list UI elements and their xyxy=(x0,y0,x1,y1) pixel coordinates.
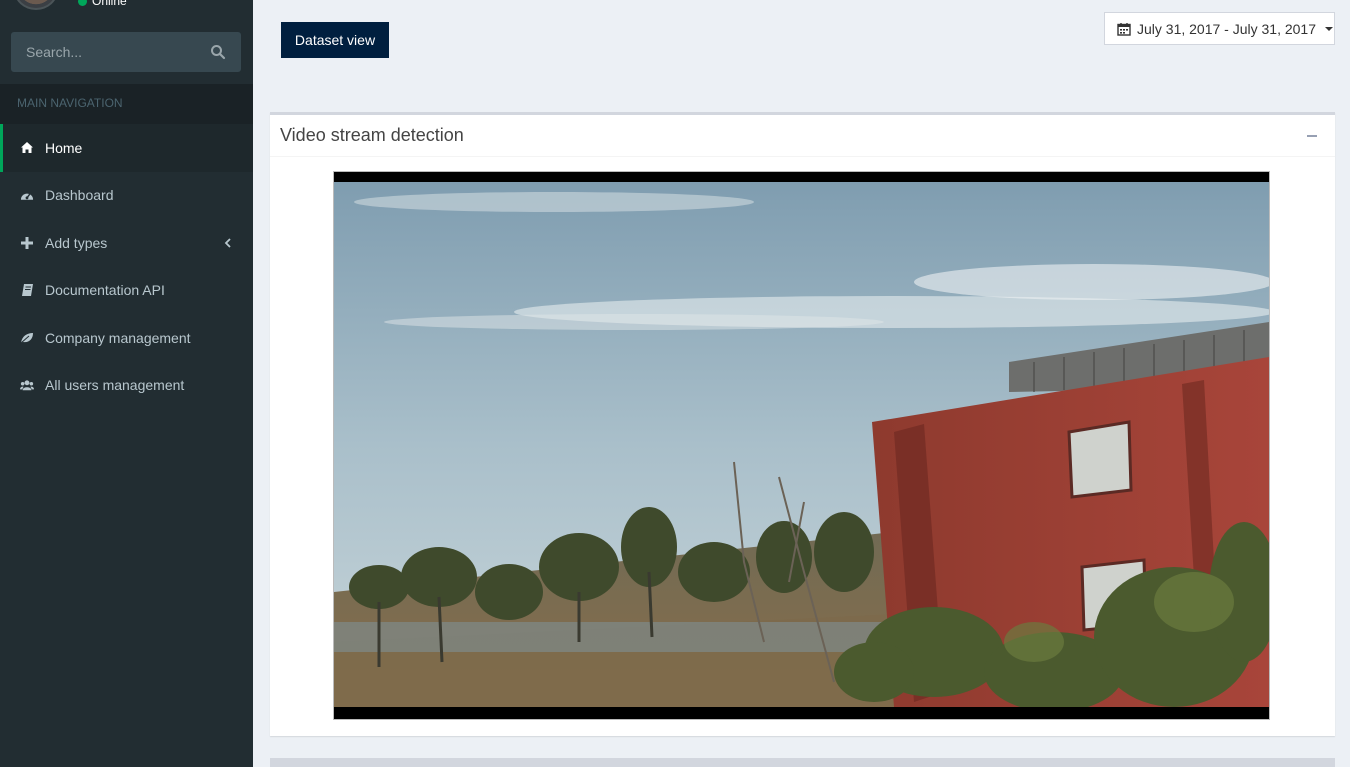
sidebar-item-label: Documentation API xyxy=(45,282,165,299)
users-icon xyxy=(20,378,34,392)
video-stream-box: Video stream detection xyxy=(270,112,1335,736)
collapse-icon[interactable] xyxy=(1307,135,1317,137)
chevron-left-icon[interactable] xyxy=(223,236,233,248)
sidebar-item-all-users-management[interactable]: All users management xyxy=(0,362,253,410)
sidebar-item-label: Dashboard xyxy=(45,187,114,204)
dataset-view-button[interactable]: Dataset view xyxy=(281,22,389,58)
home-icon xyxy=(20,141,34,155)
user-status: Online xyxy=(78,0,127,8)
dashboard-icon xyxy=(20,188,34,202)
box-header: Video stream detection xyxy=(270,115,1335,157)
video-stream[interactable] xyxy=(333,171,1270,720)
sidebar-item-documentation-api[interactable]: Documentation API xyxy=(0,267,253,315)
sidebar: Online MAIN NAVIGATION Home Dashboard Ad… xyxy=(0,0,253,767)
sidebar-item-label: Company management xyxy=(45,329,191,346)
avatar[interactable] xyxy=(14,0,58,10)
search-icon[interactable] xyxy=(210,44,226,60)
sidebar-menu: Home Dashboard Add types Documentation A… xyxy=(0,124,253,409)
box-title: Video stream detection xyxy=(280,125,464,145)
search-input[interactable] xyxy=(12,33,202,71)
video-frame-image xyxy=(334,172,1269,719)
sidebar-item-company-management[interactable]: Company management xyxy=(0,314,253,362)
sidebar-item-home[interactable]: Home xyxy=(0,124,253,172)
sidebar-item-label: Add types xyxy=(45,234,108,251)
leaf-icon xyxy=(20,331,34,345)
sidebar-item-add-types[interactable]: Add types xyxy=(0,219,253,267)
sidebar-item-label: Home xyxy=(45,139,83,156)
daterange-label: July 31, 2017 - July 31, 2017 xyxy=(1137,20,1317,37)
caret-down-icon xyxy=(1325,26,1334,31)
sidebar-search xyxy=(11,32,241,72)
user-panel: Online xyxy=(0,0,253,20)
nav-header: MAIN NAVIGATION xyxy=(0,84,253,124)
book-icon xyxy=(20,283,34,297)
daterange-picker[interactable]: July 31, 2017 - July 31, 2017 xyxy=(1104,12,1335,45)
user-status-label: Online xyxy=(92,0,127,8)
online-dot-icon xyxy=(78,0,87,6)
sidebar-item-label: All users management xyxy=(45,377,185,394)
calendar-icon xyxy=(1117,22,1131,36)
next-box-edge xyxy=(270,758,1335,767)
sidebar-item-dashboard[interactable]: Dashboard xyxy=(0,172,253,220)
plus-icon xyxy=(20,236,34,250)
